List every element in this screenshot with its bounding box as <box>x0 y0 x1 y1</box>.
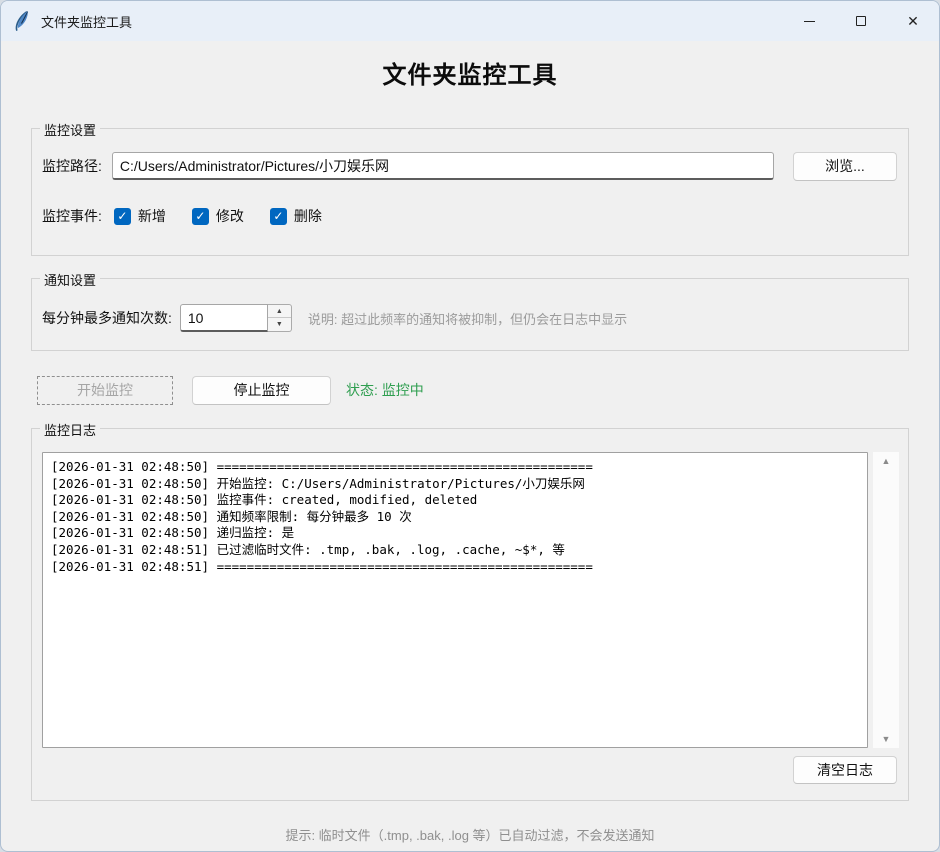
spin-arrows: ▲ ▼ <box>268 304 292 332</box>
log-group: 监控日志 [2026-01-31 02:48:50] =============… <box>31 428 909 801</box>
spin-up-icon[interactable]: ▲ <box>268 305 291 318</box>
app-icon <box>13 10 31 32</box>
checkbox-event-modified[interactable]: ✓ 修改 <box>192 206 244 226</box>
checkbox-label: 新增 <box>138 206 166 226</box>
path-label: 监控路径: <box>42 156 102 176</box>
spin-down-icon[interactable]: ▼ <box>268 318 291 331</box>
events-label: 监控事件: <box>42 206 102 226</box>
checkbox-event-deleted[interactable]: ✓ 删除 <box>270 206 322 226</box>
path-input[interactable] <box>112 152 774 180</box>
rate-input[interactable] <box>180 304 268 332</box>
maximize-button[interactable] <box>835 1 887 41</box>
status-value: 监控中 <box>382 382 424 398</box>
rate-row: 每分钟最多通知次数: ▲ ▼ 说明: 超过此频率的通知将被抑制，但仍会在日志中显… <box>42 303 898 333</box>
events-row: 监控事件: ✓ 新增 ✓ 修改 ✓ 删除 <box>42 203 322 229</box>
app-window: 文件夹监控工具 ✕ 文件夹监控工具 监控设置 监控路径: 浏览... 监控事件:… <box>0 0 940 852</box>
scroll-up-icon[interactable]: ▲ <box>873 452 899 470</box>
status-text: 状态: 监控中 <box>346 380 424 400</box>
checkbox-event-created[interactable]: ✓ 新增 <box>114 206 166 226</box>
status-label: 状态: <box>346 382 378 398</box>
start-monitor-button[interactable]: 开始监控 <box>37 376 173 405</box>
monitor-settings-group: 监控设置 监控路径: 浏览... 监控事件: ✓ 新增 ✓ 修改 ✓ 删除 <box>31 128 909 256</box>
rate-spinbox: ▲ ▼ <box>180 304 292 332</box>
scroll-down-icon[interactable]: ▼ <box>873 730 899 748</box>
window-title: 文件夹监控工具 <box>41 12 132 31</box>
page-title: 文件夹监控工具 <box>1 55 939 90</box>
rate-hint: 说明: 超过此频率的通知将被抑制，但仍会在日志中显示 <box>308 309 627 328</box>
checkbox-label: 删除 <box>294 206 322 226</box>
actions-row: 开始监控 停止监控 状态: 监控中 <box>37 375 909 405</box>
monitor-settings-group-label: 监控设置 <box>40 120 100 139</box>
checkbox-label: 修改 <box>216 206 244 226</box>
window-controls: ✕ <box>783 1 939 41</box>
log-text: [2026-01-31 02:48:50] ==================… <box>42 452 868 748</box>
checkbox-checked-icon: ✓ <box>114 208 131 225</box>
maximize-icon <box>856 16 866 26</box>
notify-settings-group: 通知设置 每分钟最多通知次数: ▲ ▼ 说明: 超过此频率的通知将被抑制，但仍会… <box>31 278 909 351</box>
close-button[interactable]: ✕ <box>887 1 939 41</box>
stop-monitor-button[interactable]: 停止监控 <box>192 376 331 405</box>
minimize-button[interactable] <box>783 1 835 41</box>
checkbox-checked-icon: ✓ <box>192 208 209 225</box>
clear-log-button[interactable]: 清空日志 <box>793 756 897 784</box>
notify-settings-group-label: 通知设置 <box>40 270 100 289</box>
minimize-icon <box>804 21 815 22</box>
title-bar[interactable]: 文件夹监控工具 ✕ <box>1 1 939 41</box>
log-scrollbar[interactable]: ▲ ▼ <box>873 452 899 748</box>
browse-button[interactable]: 浏览... <box>793 152 897 181</box>
path-row: 监控路径: 浏览... <box>42 151 898 181</box>
checkbox-checked-icon: ✓ <box>270 208 287 225</box>
rate-label: 每分钟最多通知次数: <box>42 308 172 328</box>
close-icon: ✕ <box>907 14 919 28</box>
log-group-label: 监控日志 <box>40 420 100 439</box>
footer-hint: 提示: 临时文件（.tmp, .bak, .log 等）已自动过滤，不会发送通知 <box>1 825 939 844</box>
